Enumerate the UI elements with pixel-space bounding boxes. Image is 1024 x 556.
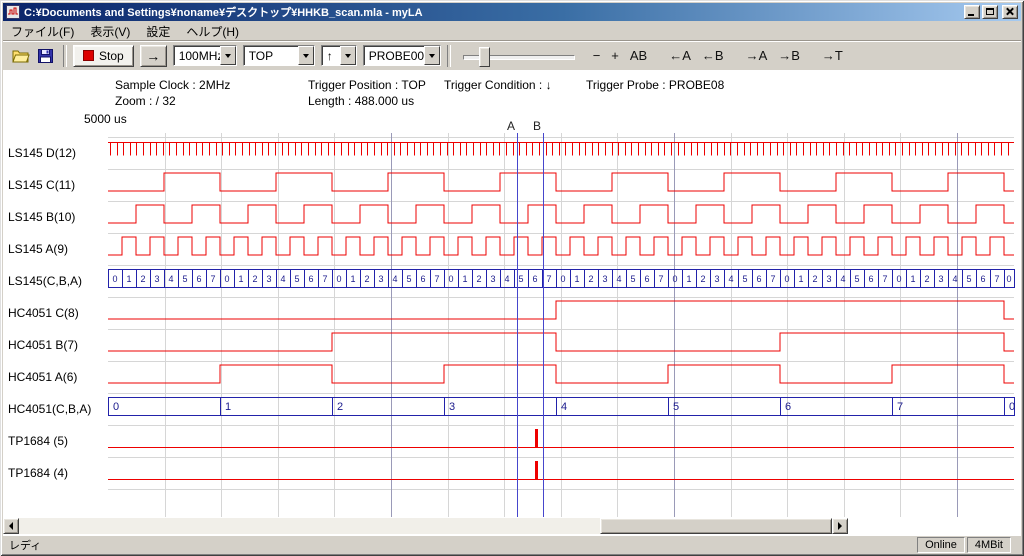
run-button[interactable]: → bbox=[140, 45, 167, 67]
maximize-button[interactable] bbox=[982, 5, 998, 19]
trigger-edge-select[interactable]: ↑ bbox=[321, 45, 357, 66]
next-b-button[interactable]: →B bbox=[774, 47, 804, 64]
arrow-left-icon bbox=[9, 522, 13, 530]
trigger-position-select[interactable]: TOP bbox=[243, 45, 315, 66]
toolbar: Stop → 100MHz TOP ↑ PROBE00 − + AB ←A ←B… bbox=[3, 40, 1021, 70]
goto-trigger-button[interactable]: →T bbox=[818, 47, 847, 64]
length-text: Length : 488.000 us bbox=[308, 94, 414, 108]
statusbar: レディ Online 4MBit bbox=[3, 536, 1021, 553]
horizontal-scrollbar[interactable] bbox=[3, 518, 848, 534]
status-text: レディ bbox=[3, 537, 41, 553]
trigger-condition-text: Trigger Condition : ↓ bbox=[444, 78, 552, 92]
scroll-right-button[interactable] bbox=[832, 518, 848, 534]
trigger-position-value: TOP bbox=[244, 46, 298, 65]
arrow-right-icon bbox=[838, 522, 842, 530]
minimize-icon bbox=[968, 14, 974, 16]
menu-help[interactable]: ヘルプ(H) bbox=[178, 21, 247, 42]
window-title: C:¥Documents and Settings¥noname¥デスクトップ¥… bbox=[24, 4, 962, 20]
trigger-position-text: Trigger Position : TOP bbox=[308, 78, 426, 92]
probe-value: PROBE00 bbox=[364, 46, 424, 65]
app-window: C:¥Documents and Settings¥noname¥デスクトップ¥… bbox=[0, 0, 1024, 556]
scroll-left-button[interactable] bbox=[3, 518, 19, 534]
stop-label: Stop bbox=[99, 49, 124, 63]
menu-settings[interactable]: 設定 bbox=[138, 21, 178, 42]
clock-value: 100MHz bbox=[174, 46, 220, 65]
chevron-down-icon[interactable] bbox=[220, 46, 236, 65]
close-icon bbox=[1003, 6, 1017, 18]
chevron-down-icon[interactable] bbox=[424, 46, 440, 65]
zoom-slider[interactable] bbox=[463, 45, 575, 67]
menu-file[interactable]: ファイル(F) bbox=[3, 21, 82, 42]
status-memory-badge: 4MBit bbox=[967, 537, 1011, 553]
folder-open-icon bbox=[12, 49, 30, 63]
floppy-disk-icon bbox=[38, 49, 53, 63]
menubar: ファイル(F) 表示(V) 設定 ヘルプ(H) bbox=[3, 22, 1021, 40]
waveform-panel bbox=[3, 70, 1021, 536]
status-online-badge: Online bbox=[917, 537, 965, 553]
cursor-ab-button[interactable]: AB bbox=[626, 47, 651, 64]
trigger-probe-text: Trigger Probe : PROBE08 bbox=[586, 78, 724, 92]
minimize-button[interactable] bbox=[964, 5, 980, 19]
stop-icon bbox=[83, 50, 94, 61]
prev-a-button[interactable]: ←A bbox=[665, 47, 695, 64]
app-icon bbox=[6, 5, 20, 19]
scrollbar-thumb[interactable] bbox=[600, 518, 832, 534]
menu-view[interactable]: 表示(V) bbox=[82, 21, 138, 42]
open-button[interactable] bbox=[9, 44, 33, 67]
next-a-button[interactable]: →A bbox=[742, 47, 772, 64]
save-button[interactable] bbox=[33, 44, 57, 67]
probe-select[interactable]: PROBE00 bbox=[363, 45, 441, 66]
maximize-icon bbox=[986, 8, 994, 15]
trigger-edge-value: ↑ bbox=[322, 46, 340, 65]
prev-b-button[interactable]: ←B bbox=[698, 47, 728, 64]
zoom-text: Zoom : / 32 bbox=[115, 94, 176, 108]
titlebar[interactable]: C:¥Documents and Settings¥noname¥デスクトップ¥… bbox=[3, 3, 1021, 21]
close-button[interactable] bbox=[1002, 5, 1018, 19]
toolbar-separator bbox=[447, 45, 451, 67]
toolbar-separator bbox=[63, 45, 67, 67]
zoom-in-button[interactable]: + bbox=[607, 47, 623, 64]
stop-button[interactable]: Stop bbox=[73, 45, 134, 67]
slider-thumb[interactable] bbox=[479, 47, 490, 67]
chevron-down-icon[interactable] bbox=[298, 46, 314, 65]
scrollbar-track[interactable] bbox=[19, 518, 832, 534]
window-controls bbox=[962, 5, 1018, 19]
chevron-down-icon[interactable] bbox=[340, 46, 356, 65]
time-scale-label: 5000 us bbox=[84, 112, 127, 126]
clock-select[interactable]: 100MHz bbox=[173, 45, 237, 66]
zoom-out-button[interactable]: − bbox=[589, 47, 605, 64]
sample-clock-text: Sample Clock : 2MHz bbox=[115, 78, 230, 92]
